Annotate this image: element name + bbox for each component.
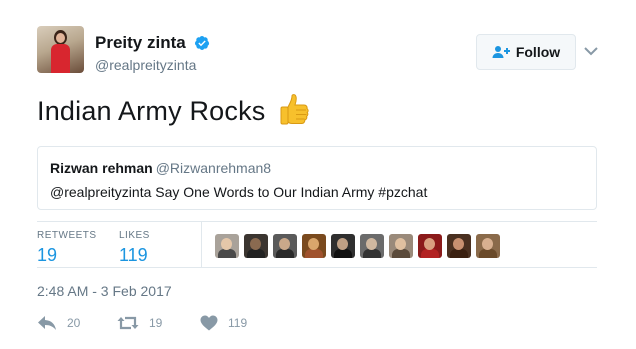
liker-avatar[interactable] (418, 234, 442, 258)
liker-avatar-body (276, 249, 294, 258)
liker-avatar-face (395, 238, 406, 250)
liker-avatar[interactable] (331, 234, 355, 258)
retweets-stat-label: RETWEETS (37, 230, 97, 241)
liker-avatar-face (250, 238, 261, 250)
liker-avatar-body (363, 249, 381, 258)
avatar-body (51, 44, 70, 73)
liker-avatars (215, 234, 505, 258)
reply-button[interactable]: 20 (37, 315, 80, 331)
liker-avatar-face (337, 238, 348, 250)
liker-avatar-face (221, 238, 232, 250)
liker-avatar[interactable] (360, 234, 384, 258)
liker-avatar-face (366, 238, 377, 250)
liker-avatar-face (279, 238, 290, 250)
author-handle[interactable]: @realpreityzinta (95, 57, 210, 73)
likes-stat-value: 119 (119, 245, 148, 265)
follow-button[interactable]: Follow (476, 34, 576, 70)
liker-avatar-face (424, 238, 435, 250)
reply-icon (38, 316, 56, 330)
retweet-icon (117, 316, 139, 330)
tweet-text-content: Indian Army Rocks (37, 96, 266, 126)
retweet-button[interactable]: 19 (117, 315, 162, 331)
tweet-text: Indian Army Rocks (37, 94, 309, 127)
liker-avatar[interactable] (215, 234, 239, 258)
heart-icon (200, 315, 218, 331)
liker-avatar[interactable] (447, 234, 471, 258)
chevron-down-icon[interactable] (584, 46, 598, 56)
retweet-count: 19 (149, 316, 163, 330)
liker-avatar[interactable] (476, 234, 500, 258)
liker-avatar-body (421, 249, 439, 258)
verified-badge-icon (195, 36, 210, 50)
stats-divider (201, 222, 202, 268)
retweets-stat[interactable]: RETWEETS 19 (37, 230, 97, 266)
quoted-author-name: Rizwan rehman (50, 160, 153, 176)
add-user-icon (492, 46, 510, 58)
liker-avatar-body (450, 249, 468, 258)
liker-avatar[interactable] (244, 234, 268, 258)
liker-avatar-body (479, 249, 497, 258)
retweets-stat-value: 19 (37, 245, 58, 265)
follow-button-label: Follow (515, 44, 561, 60)
liker-avatar[interactable] (273, 234, 297, 258)
liker-avatar-face (482, 238, 493, 250)
quoted-author-handle: @Rizwanrehman8 (155, 160, 272, 176)
likes-stat-label: LIKES (119, 230, 150, 241)
liker-avatar-body (247, 249, 265, 258)
author-avatar[interactable] (37, 26, 84, 73)
liker-avatar[interactable] (389, 234, 413, 258)
reply-count: 20 (67, 316, 81, 330)
liker-avatar-body (218, 249, 236, 258)
liker-avatar-face (453, 238, 464, 250)
tweet-stats: RETWEETS 19 LIKES 119 (37, 221, 597, 268)
quoted-tweet-text: @realpreityzinta Say One Words to Our In… (50, 184, 428, 200)
liker-avatar[interactable] (302, 234, 326, 258)
liker-avatar-body (334, 249, 352, 258)
likes-stat[interactable]: LIKES 119 (119, 230, 150, 266)
liker-avatar-body (305, 249, 323, 258)
liker-avatar-face (308, 238, 319, 250)
liker-avatar-body (392, 249, 410, 258)
like-count: 119 (228, 316, 248, 330)
author-display-name[interactable]: Preity zinta (95, 33, 186, 53)
author-name-block: Preity zinta @realpreityzinta (95, 33, 210, 73)
quoted-tweet[interactable]: Rizwan rehman @Rizwanrehman8 @realpreityz… (37, 146, 597, 210)
tweet-timestamp[interactable]: 2:48 AM - 3 Feb 2017 (37, 283, 172, 299)
like-button[interactable]: 119 (200, 315, 247, 331)
thumbs-up-icon (280, 94, 309, 125)
avatar-face (56, 33, 65, 43)
